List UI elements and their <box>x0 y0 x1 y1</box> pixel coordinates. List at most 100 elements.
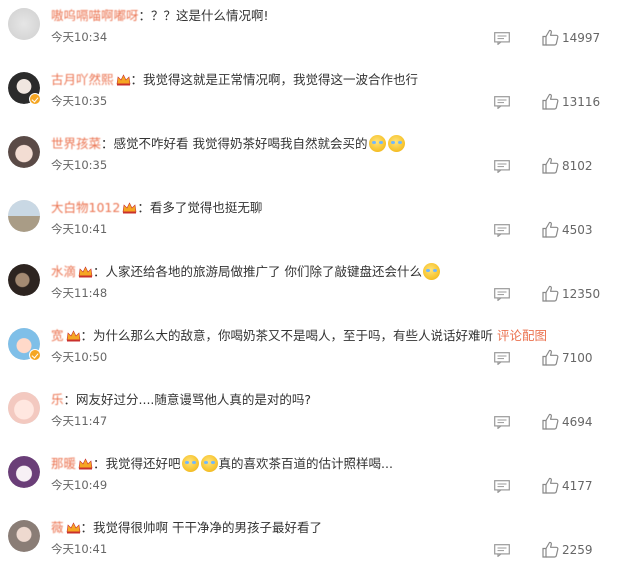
comment-time: 今天10:41 <box>51 542 108 556</box>
username-link[interactable]: 乐 <box>51 392 64 407</box>
comment-item: 那暖 ：我觉得还好吧 真的喜欢茶百道的估计照样喝... 今天10:49 4177 <box>0 448 621 512</box>
crown-icon <box>78 458 93 470</box>
avatar[interactable] <box>8 200 40 232</box>
comment-time: 今天10:50 <box>51 350 108 364</box>
crying-laughing-emoji <box>368 135 386 152</box>
crown-icon <box>116 74 130 86</box>
sweat-emoji <box>423 263 440 280</box>
comment-text: ：我觉得还好吧 <box>93 456 181 471</box>
comment-text: 真的喜欢茶百道的估计照样喝... <box>218 456 393 471</box>
avatar[interactable] <box>8 520 40 552</box>
username-link[interactable]: 水滴 <box>51 264 76 279</box>
comment-body: 水滴 ：人家还给各地的旅游局做推广了 你们除了敲键盘还会什么 <box>51 263 441 281</box>
username-link[interactable]: 薇 <box>51 520 64 535</box>
verified-badge-icon <box>29 349 41 361</box>
comment-item: 乐：网友好过分....随意谩骂他人真的是对的吗? 今天11:47 4694 <box>0 384 621 448</box>
thumbs-up-icon[interactable] <box>542 349 559 366</box>
like-count: 13116 <box>562 95 601 109</box>
crown-icon <box>66 330 80 342</box>
avatar[interactable] <box>8 136 40 168</box>
like-count: 4694 <box>562 415 593 429</box>
comment-item: 水滴 ：人家还给各地的旅游局做推广了 你们除了敲键盘还会什么今天11:48 1235… <box>0 256 621 320</box>
thumbs-up-icon[interactable] <box>542 93 559 110</box>
crying-emoji <box>181 455 199 472</box>
comment-item: 嗷呜嗝喵啊嘟呀：？？这是什么情况啊! 今天10:34 14997 <box>0 0 621 64</box>
thumbs-up-icon[interactable] <box>542 29 559 46</box>
comment-body: 古月吖然熙 ：我觉得这就是正常情况啊，我觉得这一波合作也行 <box>51 71 418 89</box>
reply-icon[interactable] <box>494 288 510 301</box>
comment-body: 薇 ：我觉得很帅啊 干干净净的男孩子最好看了 <box>51 519 322 537</box>
comment-item: 古月吖然熙 ：我觉得这就是正常情况啊，我觉得这一波合作也行今天10:35 13116 <box>0 64 621 128</box>
reply-icon[interactable] <box>494 352 510 365</box>
comment-text: ：人家还给各地的旅游局做推广了 你们除了敲键盘还会什么 <box>93 264 422 279</box>
avatar[interactable] <box>8 264 40 296</box>
avatar-image <box>8 456 40 488</box>
reply-icon[interactable] <box>494 544 510 557</box>
verified-badge-icon <box>29 93 41 105</box>
thumbs-up-icon[interactable] <box>542 221 559 238</box>
avatar-image <box>8 136 40 168</box>
avatar-image <box>8 8 40 40</box>
like-count: 4503 <box>562 223 593 237</box>
comment-text: ：我觉得这就是正常情况啊，我觉得这一波合作也行 <box>130 72 419 87</box>
thumbs-up-icon[interactable] <box>542 541 559 558</box>
reply-icon[interactable] <box>494 160 510 173</box>
comment-body: 嗷呜嗝喵啊嘟呀：？？这是什么情况啊! <box>51 7 269 25</box>
crown-icon <box>66 522 80 534</box>
crying-laughing-emoji <box>387 135 405 152</box>
avatar-image <box>8 264 40 296</box>
avatar-image <box>8 200 40 232</box>
username-link[interactable]: 那暖 <box>51 456 76 471</box>
crying-emoji <box>200 455 218 472</box>
avatar-image <box>8 520 40 552</box>
username-link[interactable]: 古月吖然熙 <box>51 72 114 87</box>
reply-icon[interactable] <box>494 224 510 237</box>
comment-item: 世界孩菜：感觉不咋好看 我觉得奶茶好喝我自然就会买的今天10:35 8102 <box>0 128 621 192</box>
comment-time: 今天10:41 <box>51 222 108 236</box>
username-link[interactable]: 大白物1012 <box>51 200 120 215</box>
like-count: 14997 <box>562 31 601 45</box>
reply-icon[interactable] <box>494 32 510 45</box>
comment-body: 乐：网友好过分....随意谩骂他人真的是对的吗? <box>51 391 311 409</box>
comment-body: 那暖 ：我觉得还好吧 真的喜欢茶百道的估计照样喝... <box>51 455 393 473</box>
username-link[interactable]: 宽 <box>51 328 64 343</box>
comment-text: ：网友好过分....随意谩骂他人真的是对的吗? <box>63 392 312 407</box>
comment-image-link[interactable]: 评论配图 <box>497 328 547 343</box>
avatar[interactable] <box>8 8 40 40</box>
like-count: 12350 <box>562 287 601 301</box>
username-link[interactable]: 世界孩菜 <box>51 136 101 151</box>
like-count: 4177 <box>562 479 593 493</box>
avatar[interactable] <box>8 456 40 488</box>
comment-item: 大白物1012 ：看多了觉得也挺无聊今天10:41 4503 <box>0 192 621 256</box>
comment-text: ：？？这是什么情况啊! <box>138 8 269 23</box>
comment-item: 宽 ：为什么那么大的敌意，你喝奶茶又不是喝人，至于吗，有些人说话好难听 评论配图今… <box>0 320 621 384</box>
comment-time: 今天11:48 <box>51 286 108 300</box>
comment-text: ：看多了觉得也挺无聊 <box>137 200 263 215</box>
thumbs-up-icon[interactable] <box>542 285 559 302</box>
reply-icon[interactable] <box>494 96 510 109</box>
crown-icon <box>78 266 93 278</box>
comment-body: 世界孩菜：感觉不咋好看 我觉得奶茶好喝我自然就会买的 <box>51 135 406 153</box>
comment-time: 今天11:47 <box>51 414 108 428</box>
comment-time: 今天10:49 <box>51 478 108 492</box>
comment-text: ：感觉不咋好看 我觉得奶茶好喝我自然就会买的 <box>101 136 368 151</box>
comment-time: 今天10:35 <box>51 94 108 108</box>
comment-time: 今天10:34 <box>51 30 108 44</box>
comment-item: 薇 ：我觉得很帅啊 干干净净的男孩子最好看了今天10:41 2259 <box>0 512 621 576</box>
comment-body: 大白物1012 ：看多了觉得也挺无聊 <box>51 199 262 217</box>
thumbs-up-icon[interactable] <box>542 477 559 494</box>
avatar[interactable] <box>8 392 40 424</box>
avatar-image <box>8 392 40 424</box>
like-count: 8102 <box>562 159 593 173</box>
like-count: 7100 <box>562 351 593 365</box>
like-count: 2259 <box>562 543 593 557</box>
reply-icon[interactable] <box>494 416 510 429</box>
thumbs-up-icon[interactable] <box>542 157 559 174</box>
username-link[interactable]: 嗷呜嗝喵啊嘟呀 <box>51 8 139 23</box>
crown-icon <box>122 202 137 214</box>
reply-icon[interactable] <box>494 480 510 493</box>
comment-time: 今天10:35 <box>51 158 108 172</box>
thumbs-up-icon[interactable] <box>542 413 559 430</box>
comment-text: ：为什么那么大的敌意，你喝奶茶又不是喝人，至于吗，有些人说话好难听 <box>80 328 497 343</box>
comment-text: ：我觉得很帅啊 干干净净的男孩子最好看了 <box>80 520 322 535</box>
